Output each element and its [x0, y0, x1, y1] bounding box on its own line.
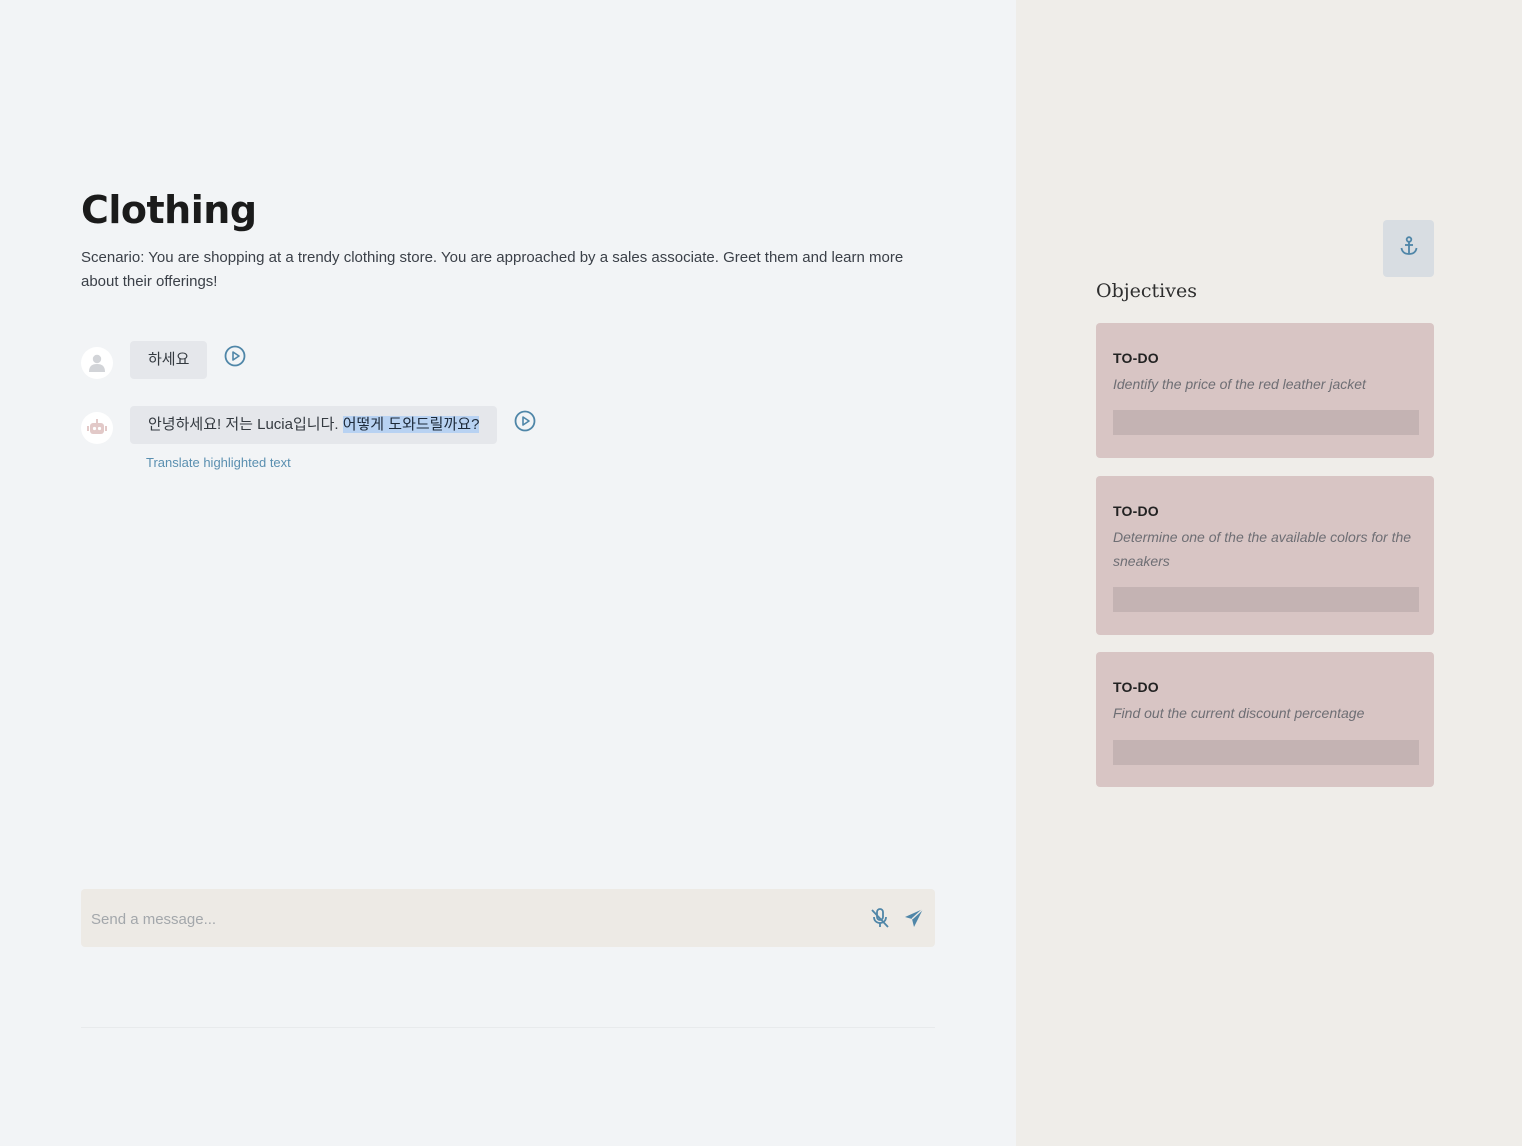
objective-text: Find out the current discount percentage: [1113, 705, 1365, 721]
objective-card: TO-DO Determine one of the the available…: [1096, 476, 1434, 635]
user-icon: [81, 347, 113, 379]
message-bubble: 하세요: [130, 341, 208, 379]
objectives-heading: Objectives: [1096, 280, 1197, 302]
objective-progress-bar: [1113, 410, 1419, 435]
send-icon[interactable]: [903, 907, 925, 929]
objective-status: TO-DO: [1113, 350, 1159, 366]
microphone-off-icon[interactable]: [869, 907, 891, 929]
objective-progress-bar: [1113, 587, 1419, 612]
highlighted-text[interactable]: 어떻게 도와드릴까요?: [342, 416, 480, 433]
message-composer: [81, 889, 935, 949]
objective-progress-bar: [1113, 740, 1419, 765]
play-circle-icon[interactable]: [224, 345, 246, 367]
chat-panel: Clothing Scenario: You are shopping at a…: [0, 0, 1016, 1146]
objective-text: Determine one of the the available color…: [1113, 529, 1412, 569]
scenario-text: Scenario: You are shopping at a trendy c…: [81, 249, 904, 290]
chat-message-user: 하세요: [81, 341, 246, 379]
anchor-button[interactable]: [1383, 220, 1434, 277]
objective-text: Identify the price of the red leather ja…: [1113, 376, 1366, 392]
divider: [81, 1027, 935, 1028]
message-bubble: 안녕하세요! 저는 Lucia입니다. 어떻게 도와드릴까요?: [130, 406, 498, 444]
robot-icon: [81, 412, 113, 444]
page: Clothing Scenario: You are shopping at a…: [0, 0, 1522, 1146]
translate-highlighted-link[interactable]: Translate highlighted text: [146, 455, 291, 470]
objective-status: TO-DO: [1113, 679, 1159, 695]
page-title: Clothing: [81, 188, 257, 232]
chat-message-assistant: 안녕하세요! 저는 Lucia입니다. 어떻게 도와드릴까요?: [81, 406, 536, 444]
objective-card: TO-DO Find out the current discount perc…: [1096, 652, 1434, 787]
message-input[interactable]: [89, 889, 853, 949]
objective-card: TO-DO Identify the price of the red leat…: [1096, 323, 1434, 458]
play-circle-icon[interactable]: [514, 410, 536, 432]
message-text: 안녕하세요! 저는 Lucia입니다.: [148, 416, 343, 433]
anchor-icon: [1398, 235, 1420, 262]
objective-status: TO-DO: [1113, 503, 1159, 519]
